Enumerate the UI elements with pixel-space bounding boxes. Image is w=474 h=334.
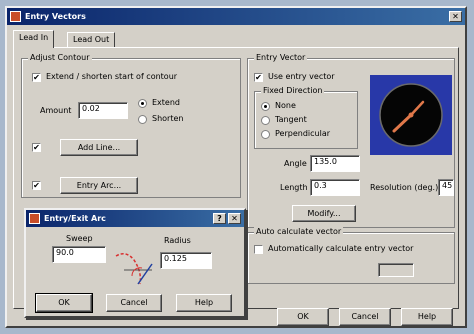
arc-dialog-title: Entry/Exit Arc xyxy=(44,214,106,223)
tangent-radio-label: Tangent xyxy=(275,115,307,124)
extend-radio[interactable] xyxy=(138,99,147,108)
dial-hub xyxy=(408,112,414,118)
extend-shorten-label: Extend / shorten start of contour xyxy=(46,72,178,81)
auto-calculate-checkbox[interactable] xyxy=(254,245,263,254)
use-entry-vector-label: Use entry vector xyxy=(268,72,335,81)
none-radio[interactable] xyxy=(261,102,270,111)
none-radio-label: None xyxy=(275,101,296,110)
length-input[interactable]: 0.3 xyxy=(310,179,360,196)
close-icon[interactable]: ✕ xyxy=(449,11,462,22)
perpendicular-radio-label: Perpendicular xyxy=(275,129,331,138)
dialog-title: Entry Vectors xyxy=(25,12,86,21)
auto-calculate-input[interactable] xyxy=(378,263,414,277)
app-icon xyxy=(10,11,21,22)
entry-exit-arc-dialog: Entry/Exit Arc ? ✕ Sweep 90.0 Radius 0.1… xyxy=(24,208,246,318)
length-label: Length xyxy=(280,183,308,192)
arc-diagram-icon xyxy=(115,253,153,285)
entry-vector-group: Entry Vector ✔ Use entry vector Fixed Di… xyxy=(247,53,455,228)
fixed-direction-group: Fixed Direction None Tangent Perpendicul… xyxy=(254,86,358,149)
direction-dial[interactable] xyxy=(370,75,452,155)
arc-title-bar: Entry/Exit Arc ? ✕ xyxy=(26,210,244,227)
arc-close-icon[interactable]: ✕ xyxy=(228,213,241,224)
amount-label: Amount xyxy=(40,106,72,115)
resolution-label: Resolution (deg.) xyxy=(370,183,439,192)
shorten-radio[interactable] xyxy=(138,115,147,124)
resolution-input[interactable]: 45 xyxy=(438,179,454,196)
arc-cancel-button[interactable]: Cancel xyxy=(106,294,162,312)
arc-ok-button[interactable]: OK xyxy=(35,293,93,313)
entry-arc-button[interactable]: Entry Arc... xyxy=(60,177,138,194)
radius-label: Radius xyxy=(164,236,191,245)
angle-input[interactable]: 135.0 xyxy=(310,155,360,172)
entry-arc-checkbox[interactable]: ✔ xyxy=(32,181,41,190)
adjust-contour-label: Adjust Contour xyxy=(28,53,92,62)
title-bar: Entry Vectors ✕ xyxy=(7,8,465,25)
angle-label: Angle xyxy=(284,159,307,168)
help-button[interactable]: Help xyxy=(401,308,453,326)
tab-lead-in[interactable]: Lead In xyxy=(13,30,55,48)
use-entry-vector-checkbox[interactable]: ✔ xyxy=(254,73,263,82)
tab-lead-out-label: Lead Out xyxy=(73,35,110,44)
shorten-radio-label: Shorten xyxy=(152,114,184,123)
cancel-button[interactable]: Cancel xyxy=(339,308,391,326)
help-icon[interactable]: ? xyxy=(213,213,226,224)
add-line-button[interactable]: Add Line... xyxy=(60,139,138,156)
entry-vector-label: Entry Vector xyxy=(254,53,308,62)
auto-calculate-group: Auto calculate vector Automatically calc… xyxy=(247,227,455,284)
adjust-contour-group: Adjust Contour ✔ Extend / shorten start … xyxy=(21,53,241,198)
amount-input[interactable]: 0.02 xyxy=(78,102,128,119)
auto-calculate-checkbox-label: Automatically calculate entry vector xyxy=(268,244,414,253)
extend-radio-label: Extend xyxy=(152,98,180,107)
sweep-label: Sweep xyxy=(66,234,93,243)
sweep-input[interactable]: 90.0 xyxy=(52,246,106,263)
tab-lead-in-label: Lead In xyxy=(19,33,49,42)
modify-button[interactable]: Modify... xyxy=(292,205,356,222)
tab-lead-out[interactable]: Lead Out xyxy=(67,32,116,48)
auto-calculate-label: Auto calculate vector xyxy=(254,227,344,236)
add-line-checkbox[interactable]: ✔ xyxy=(32,143,41,152)
fixed-direction-label: Fixed Direction xyxy=(261,86,325,95)
tangent-radio[interactable] xyxy=(261,116,270,125)
extend-shorten-checkbox[interactable]: ✔ xyxy=(32,73,41,82)
arc-help-button[interactable]: Help xyxy=(176,294,232,312)
perpendicular-radio[interactable] xyxy=(261,130,270,139)
dial-graphic xyxy=(379,83,443,147)
radius-input[interactable]: 0.125 xyxy=(160,252,212,269)
arc-app-icon xyxy=(29,213,40,224)
ok-button[interactable]: OK xyxy=(277,308,329,326)
